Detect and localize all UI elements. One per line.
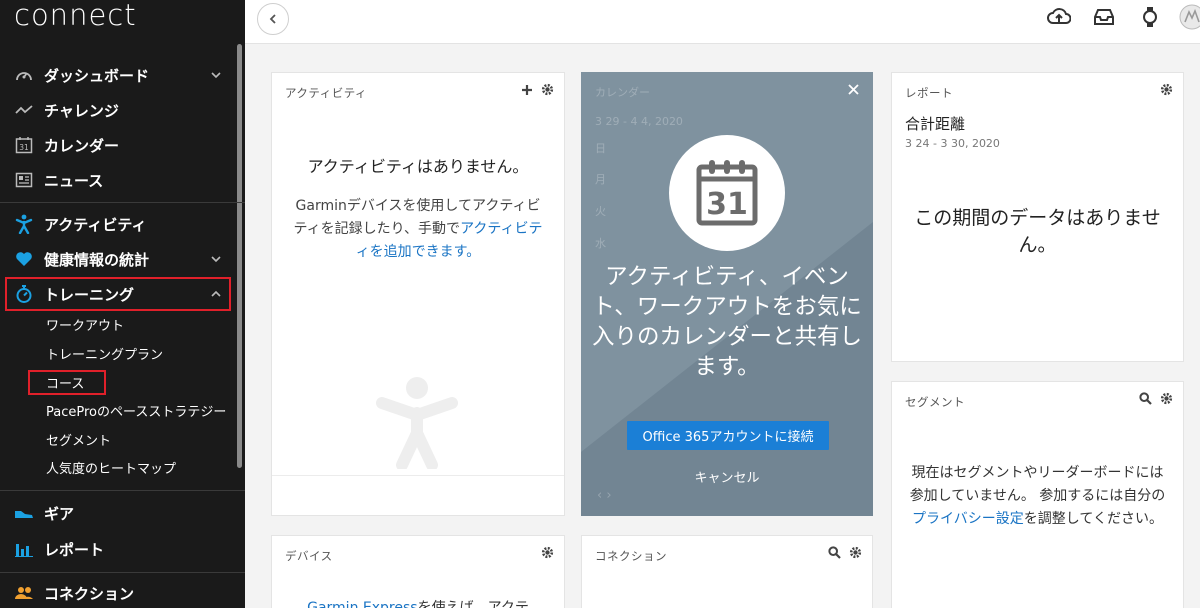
gear-icon[interactable] bbox=[1160, 392, 1173, 405]
ghost-calendar-date: 3 29 - 4 4, 2020 bbox=[595, 115, 683, 128]
add-icon[interactable] bbox=[521, 84, 533, 96]
watch-icon[interactable] bbox=[1138, 5, 1162, 29]
sidebar-item-label: ギア bbox=[44, 504, 75, 523]
upload-cloud-icon[interactable] bbox=[1047, 5, 1071, 29]
sidebar-divider bbox=[0, 202, 245, 203]
collapse-sidebar-button[interactable] bbox=[257, 3, 289, 35]
device-description: Garmin Expressを使えば、アクテ bbox=[272, 597, 564, 608]
search-icon[interactable] bbox=[828, 546, 841, 559]
gear-icon[interactable] bbox=[541, 83, 554, 96]
sidebar-subitem-workouts[interactable]: ワークアウト bbox=[46, 312, 124, 336]
sidebar-item-label: ダッシュボード bbox=[44, 66, 150, 85]
ghost-day: 月 bbox=[595, 173, 606, 186]
svg-text:31: 31 bbox=[19, 143, 29, 152]
chevron-left-icon bbox=[269, 14, 276, 24]
bar-chart-icon bbox=[14, 539, 34, 559]
close-icon[interactable] bbox=[848, 84, 859, 95]
garmin-express-link[interactable]: Garmin Express bbox=[307, 600, 417, 608]
gear-icon[interactable] bbox=[849, 546, 862, 559]
connect-logo[interactable]: connect bbox=[14, 0, 137, 34]
heart-icon bbox=[14, 249, 34, 269]
people-icon bbox=[14, 583, 34, 603]
sidebar-item-label: ニュース bbox=[44, 171, 104, 190]
avatar[interactable] bbox=[1177, 4, 1200, 30]
sidebar: connect ダッシュボード チャレンジ 31 カレンダー ニュース アクティ… bbox=[0, 0, 245, 608]
sidebar-item-label: チャレンジ bbox=[44, 101, 119, 120]
sidebar-item-calendar[interactable]: 31 カレンダー bbox=[0, 129, 237, 161]
activity-empty-text: アクティビティはありません。 bbox=[307, 157, 529, 176]
card-title: デバイス bbox=[285, 549, 333, 563]
inbox-icon[interactable] bbox=[1092, 5, 1116, 29]
sidebar-divider bbox=[0, 490, 245, 491]
connection-card: コネクション bbox=[581, 535, 873, 608]
sidebar-item-reports[interactable]: レポート bbox=[0, 533, 237, 565]
sidebar-item-label: アクティビティ bbox=[44, 215, 147, 234]
sidebar-divider bbox=[0, 572, 245, 573]
sidebar-scrollbar[interactable] bbox=[237, 44, 242, 468]
calendar-icon: 31 bbox=[669, 135, 785, 251]
card-title: セグメント bbox=[905, 395, 965, 409]
report-subtitle: 合計距離 bbox=[905, 115, 966, 133]
card-divider bbox=[272, 475, 564, 476]
ghost-day: 水 bbox=[595, 237, 606, 250]
activity-card: アクティビティ アクティビティはありません。 Garminデバイスを使用してアク… bbox=[271, 72, 565, 516]
ghost-day: 日 bbox=[595, 142, 606, 155]
sidebar-item-label: 健康情報の統計 bbox=[44, 250, 150, 269]
chevron-left-icon: ‹ › bbox=[597, 488, 612, 503]
privacy-settings-link[interactable]: プライバシー設定 bbox=[912, 511, 1024, 527]
sidebar-item-label: レポート bbox=[44, 540, 105, 559]
report-empty-text: この期間のデータはありません。 bbox=[914, 207, 1161, 256]
sidebar-item-label: カレンダー bbox=[44, 136, 120, 155]
newspaper-icon bbox=[14, 170, 34, 190]
shoe-icon bbox=[14, 503, 34, 523]
ghost-day: 火 bbox=[595, 205, 606, 218]
connect-office365-button[interactable]: Office 365アカウントに接続 bbox=[627, 421, 829, 450]
cancel-link[interactable]: キャンセル bbox=[581, 467, 873, 486]
card-title: レポート bbox=[905, 86, 953, 100]
speedometer-icon bbox=[14, 65, 34, 85]
sidebar-item-health-stats[interactable]: 健康情報の統計 bbox=[0, 243, 237, 275]
sidebar-item-connections[interactable]: コネクション bbox=[0, 577, 237, 608]
card-title: コネクション bbox=[595, 549, 667, 563]
trend-icon bbox=[14, 100, 34, 120]
top-bar bbox=[245, 0, 1200, 44]
sidebar-item-dashboard[interactable]: ダッシュボード bbox=[0, 59, 237, 91]
segment-card: セグメント 現在はセグメントやリーダーボードには参加していません。 参加するには… bbox=[891, 381, 1184, 608]
sidebar-item-news[interactable]: ニュース bbox=[0, 164, 237, 196]
segment-description: 現在はセグメントやリーダーボードには参加していません。 参加するには自分のプライ… bbox=[909, 465, 1166, 527]
calendar-share-overlay: カレンダー 3 29 - 4 4, 2020 日 月 火 水 31 アクティビテ… bbox=[581, 72, 873, 516]
chevron-down-icon[interactable] bbox=[209, 68, 223, 82]
person-activity-icon bbox=[14, 214, 34, 234]
svg-text:31: 31 bbox=[706, 187, 748, 222]
person-activity-icon bbox=[376, 377, 458, 469]
ghost-calendar-title: カレンダー bbox=[595, 86, 650, 99]
calendar-icon: 31 bbox=[14, 135, 34, 155]
sidebar-item-gear[interactable]: ギア bbox=[0, 497, 237, 529]
report-date-range: 3 24 - 3 30, 2020 bbox=[905, 137, 1000, 150]
sidebar-item-challenges[interactable]: チャレンジ bbox=[0, 94, 237, 126]
sidebar-item-label: コネクション bbox=[44, 584, 135, 603]
highlight-training bbox=[5, 277, 231, 311]
highlight-courses bbox=[28, 370, 106, 395]
calendar-share-message: アクティビティ、イベント、ワークアウトをお気に入りのカレンダーと共有します。 bbox=[591, 264, 862, 380]
sidebar-item-activities[interactable]: アクティビティ bbox=[0, 208, 237, 240]
card-title: アクティビティ bbox=[285, 86, 368, 100]
sidebar-subitem-training-plans[interactable]: トレーニングプラン bbox=[46, 341, 163, 365]
sidebar-subitem-pacepro[interactable]: PaceProのペースストラテジー bbox=[46, 398, 226, 422]
search-icon[interactable] bbox=[1139, 392, 1152, 405]
gear-icon[interactable] bbox=[541, 546, 554, 559]
device-card: デバイス Garmin Expressを使えば、アクテ bbox=[271, 535, 565, 608]
sidebar-subitem-heatmaps[interactable]: 人気度のヒートマップ bbox=[46, 455, 176, 479]
report-card: レポート 合計距離 3 24 - 3 30, 2020 この期間のデータはありま… bbox=[891, 72, 1184, 362]
gear-icon[interactable] bbox=[1160, 83, 1173, 96]
sidebar-subitem-segments[interactable]: セグメント bbox=[46, 427, 111, 451]
activity-description: Garminデバイスを使用してアクティビティを記録したり、手動でアクティビティを… bbox=[293, 198, 543, 260]
chevron-down-icon[interactable] bbox=[209, 252, 223, 266]
